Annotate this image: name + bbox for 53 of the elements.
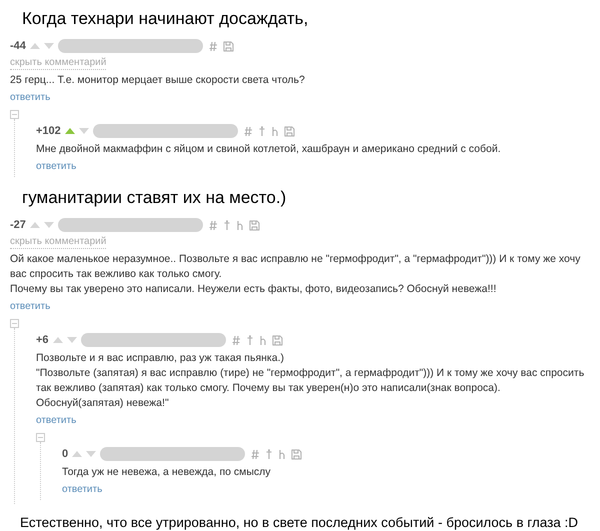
pin-icon[interactable]: [246, 334, 254, 346]
comment-text: "Позвольте (запятая) я вас исправлю (тире) не "гермофродит", а гермафродит"))) И к тому же хочу вас спросить так вежливо (запятая) как только смогу. Почему вы так уверен(н)о это написали(знак вопроса). Обоснуй(запятая) невежа!": [36, 366, 586, 411]
upvote-icon[interactable]: [30, 221, 40, 229]
hash-icon[interactable]: [208, 220, 218, 230]
collapse-icon[interactable]: [10, 110, 19, 119]
reply-link[interactable]: ответить: [10, 301, 50, 313]
caption-text: Естественно, что все утрированно, но в свете последних событий - бросилось в глаза :D: [19, 514, 580, 531]
comment-text: Позвольте и я вас исправлю, раз уж такая пьянка.): [36, 351, 286, 366]
comment-score: +102: [36, 124, 61, 139]
reply-link[interactable]: ответить: [36, 161, 76, 173]
h-icon[interactable]: [270, 126, 279, 136]
upvote-icon[interactable]: [30, 42, 40, 50]
pin-icon[interactable]: [258, 126, 266, 136]
comment-text: Ой какое маленькое неразумное.. Позвольте я вас исправлю не "гермофродит", а "гермафродит"))) И к тому же хочу вас спросить так вежливо как только смогу.: [10, 252, 582, 282]
downvote-icon[interactable]: [66, 336, 77, 344]
reply-link[interactable]: ответить: [36, 415, 76, 427]
h-icon[interactable]: [236, 220, 244, 230]
upvote-icon[interactable]: [52, 336, 63, 344]
downvote-icon[interactable]: [86, 450, 96, 458]
save-icon[interactable]: [272, 334, 283, 346]
caption-text: гуманитарии ставят их на место.): [21, 187, 288, 209]
hash-icon[interactable]: [232, 334, 241, 346]
save-icon[interactable]: [284, 126, 295, 136]
comment-text: Тогда уж не невежа, а невежда, по смыслу: [62, 465, 272, 480]
comment-score: +6: [36, 332, 49, 348]
h-icon[interactable]: [278, 448, 286, 460]
comment-text: Мне двойной макмаффин с яйцом и свиной котлетой, хашбраун и американо средний с собой.: [36, 142, 502, 157]
reply-link[interactable]: ответить: [10, 92, 50, 104]
save-icon[interactable]: [291, 448, 302, 460]
collapse-icon[interactable]: [36, 433, 45, 442]
comment-score: -44: [10, 38, 26, 54]
hide-comment-link[interactable]: скрыть комментарий: [10, 236, 106, 249]
comment-score: -27: [10, 218, 26, 233]
save-icon[interactable]: [222, 40, 234, 52]
h-icon[interactable]: [258, 334, 267, 346]
upvote-icon[interactable]: [72, 450, 82, 458]
hide-comment-link[interactable]: скрыть комментарий: [10, 57, 106, 70]
downvote-icon[interactable]: [44, 221, 54, 229]
comment-text: Почему вы так уверено это написали. Неужели есть факты, фото, видеозапись? Обоснуй невежа!!!: [10, 282, 498, 297]
downvote-icon[interactable]: [78, 127, 89, 135]
pin-icon[interactable]: [222, 220, 231, 230]
collapse-icon[interactable]: [10, 319, 19, 328]
comment-score: 0: [62, 446, 68, 462]
hash-icon[interactable]: [251, 448, 260, 460]
hash-icon[interactable]: [244, 126, 253, 136]
downvote-icon[interactable]: [44, 42, 54, 50]
comment-text: 25 герц... Т.е. монитор мерцает выше скорости света чтоль?: [10, 73, 306, 88]
upvote-icon[interactable]: [64, 127, 75, 135]
reply-link[interactable]: ответить: [62, 484, 102, 496]
save-icon[interactable]: [248, 220, 260, 230]
pin-icon[interactable]: [265, 448, 274, 460]
hash-icon[interactable]: [208, 40, 218, 52]
caption-text: Когда технари начинают досаждать,: [21, 8, 310, 30]
